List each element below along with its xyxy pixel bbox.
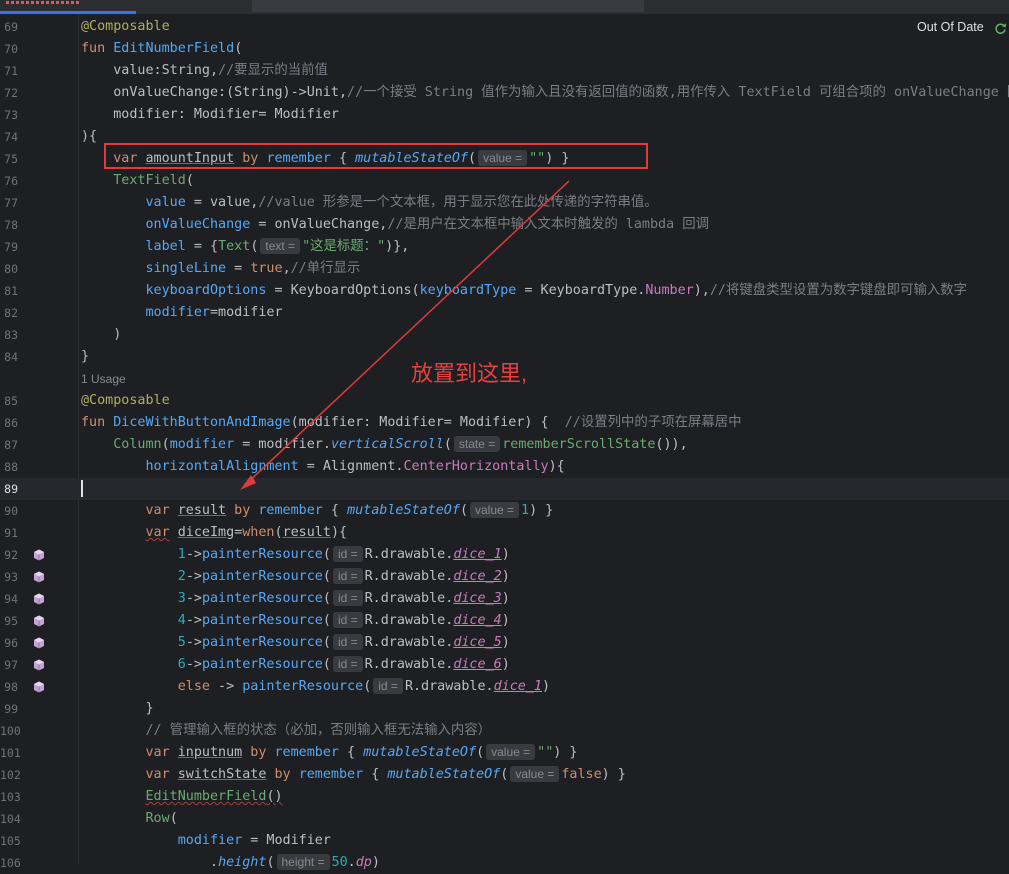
annotation-arrow (240, 180, 570, 490)
annotation-label: 放置到这里, (411, 361, 528, 386)
